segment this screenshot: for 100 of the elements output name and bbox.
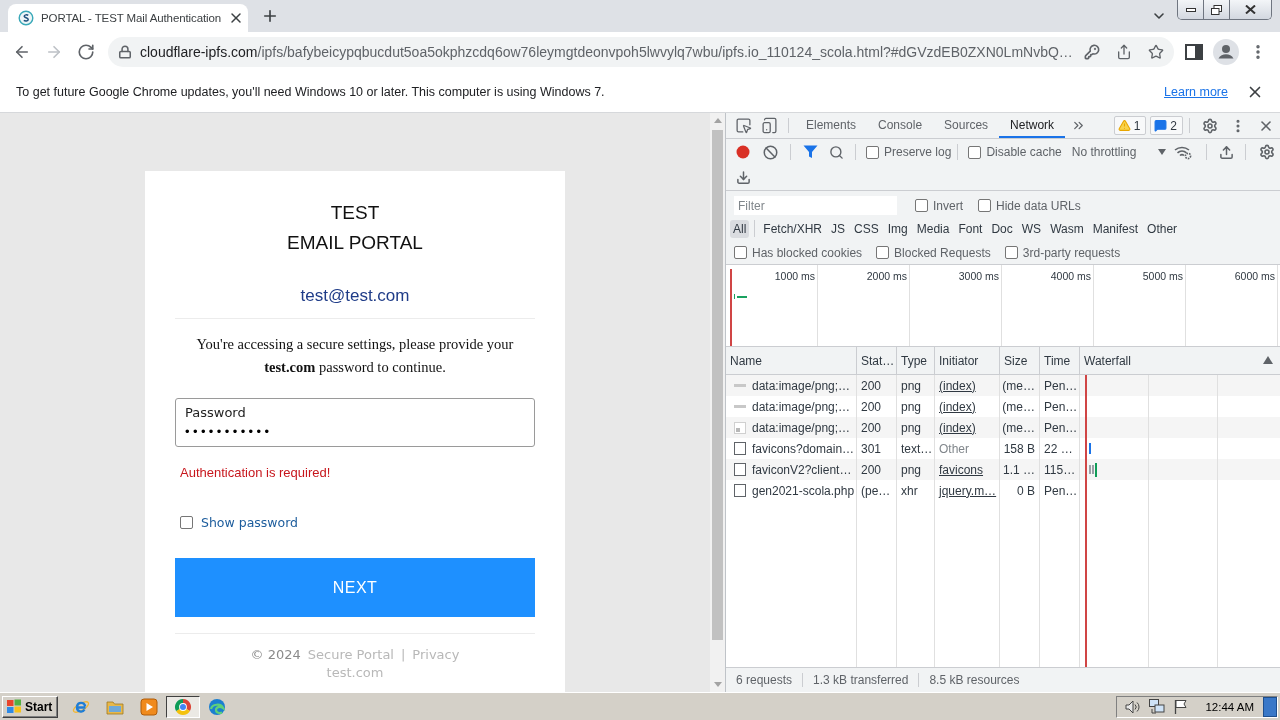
option-label: Has blocked cookies bbox=[752, 245, 863, 260]
star-icon[interactable] bbox=[1148, 44, 1164, 60]
separator-text: | bbox=[400, 646, 406, 664]
initiator-link[interactable]: (index) bbox=[939, 378, 976, 393]
filter-input[interactable]: Filter bbox=[734, 196, 897, 215]
scrollbar-thumb[interactable] bbox=[712, 130, 723, 640]
key-icon[interactable] bbox=[1084, 44, 1100, 60]
document-icon bbox=[734, 484, 746, 497]
request-row[interactable]: data:image/png;… 200 png (index) (me… Pen… bbox=[726, 375, 1280, 396]
column-header[interactable]: Waterfall bbox=[1080, 347, 1280, 374]
request-row[interactable]: data:image/png;… 200 png (index) (me… Pen… bbox=[726, 417, 1280, 438]
time-value: Pen… bbox=[1044, 420, 1078, 435]
type-filter-tab[interactable]: Media bbox=[913, 219, 953, 238]
upload-icon[interactable] bbox=[1218, 144, 1234, 160]
show-password-label[interactable]: Show password bbox=[201, 515, 299, 530]
devtools-tab[interactable]: Sources bbox=[933, 113, 1000, 138]
request-name: data:image/png;… bbox=[752, 399, 851, 414]
search-icon[interactable] bbox=[828, 144, 844, 160]
status-code: 301 bbox=[861, 441, 882, 456]
type-filter-tab[interactable]: Font bbox=[955, 219, 986, 238]
browser-tab[interactable]: PORTAL - TEST Mail Authentication bbox=[8, 4, 248, 32]
network-icon[interactable] bbox=[1149, 699, 1166, 714]
column-header[interactable]: Stat… bbox=[857, 347, 897, 374]
flag-icon[interactable] bbox=[1174, 699, 1189, 714]
request-row[interactable]: faviconV2?client… 200 png favicons 1.1 … 115… bbox=[726, 459, 1280, 480]
device-icon[interactable] bbox=[760, 117, 778, 134]
time-value: 115… bbox=[1044, 462, 1076, 477]
initiator-link[interactable]: (index) bbox=[939, 420, 976, 435]
clear-icon[interactable] bbox=[762, 144, 778, 160]
message-icon bbox=[1154, 119, 1168, 132]
devtools-tab[interactable]: Elements bbox=[795, 113, 868, 138]
type-filter-tab[interactable]: All bbox=[730, 219, 750, 238]
column-header[interactable]: Name bbox=[726, 347, 857, 374]
type-filter-tab[interactable]: WS bbox=[1018, 219, 1045, 238]
lock-icon bbox=[118, 45, 132, 59]
type-filter-tab[interactable]: Img bbox=[884, 219, 911, 238]
column-header[interactable]: Size bbox=[1000, 347, 1040, 374]
summary-text: 6 requests bbox=[736, 673, 793, 687]
checkbox[interactable] bbox=[968, 145, 982, 159]
checkbox[interactable] bbox=[978, 199, 991, 212]
address-bar[interactable]: cloudflare-ipfs.com/ipfs/bafybeicypqbucdut5oa5okphzcdq6ow76leymgtdeonvpoh5lwvylq7wbu/ipfs.io_110124_scola.html?#dGVzdEB0ZXN0LmNvbQ… bbox=[108, 37, 1174, 67]
share-icon[interactable] bbox=[1116, 44, 1132, 60]
portal-title: EMAIL PORTAL bbox=[286, 231, 424, 255]
column-header[interactable]: Type bbox=[897, 347, 935, 374]
filter-icon[interactable] bbox=[802, 145, 818, 159]
type-filter-tab[interactable]: Doc bbox=[988, 219, 1016, 238]
tick-label: 2000 ms bbox=[866, 270, 907, 282]
reload-icon[interactable] bbox=[77, 43, 95, 61]
request-name: data:image/png;… bbox=[752, 378, 851, 393]
type-filter-tab[interactable]: Fetch/XHR bbox=[760, 219, 826, 238]
type-filter-tab[interactable]: CSS bbox=[851, 219, 882, 238]
inspect-icon[interactable] bbox=[734, 117, 752, 134]
download-icon[interactable] bbox=[735, 170, 751, 185]
time-value: 22 … bbox=[1044, 441, 1073, 456]
settings-icon[interactable] bbox=[1202, 117, 1218, 134]
throttling-select[interactable]: No throttling bbox=[1071, 145, 1167, 159]
minimize-button[interactable] bbox=[1178, 0, 1203, 19]
speaker-icon[interactable] bbox=[1125, 699, 1141, 714]
column-header[interactable]: Initiator bbox=[935, 347, 1000, 374]
checkbox[interactable] bbox=[876, 246, 890, 259]
type-filter-tab[interactable]: Wasm bbox=[1047, 219, 1087, 238]
size-value: (me… bbox=[1002, 399, 1035, 414]
close-window-button[interactable] bbox=[1229, 0, 1271, 19]
checkbox[interactable] bbox=[1004, 246, 1018, 259]
status-code: 200 bbox=[861, 420, 882, 435]
start-button[interactable]: Start bbox=[2, 695, 59, 718]
checkbox[interactable] bbox=[915, 199, 928, 212]
initiator-link[interactable]: (index) bbox=[939, 399, 976, 414]
option-label: Blocked Requests bbox=[894, 245, 991, 260]
checkbox[interactable] bbox=[180, 516, 193, 529]
message-count-button[interactable]: 2 bbox=[1150, 116, 1183, 135]
time-value: Pen… bbox=[1044, 399, 1078, 414]
checkbox[interactable] bbox=[866, 145, 879, 159]
checkbox[interactable] bbox=[734, 246, 747, 259]
avatar-icon[interactable] bbox=[1213, 39, 1239, 65]
password-field[interactable]: Password ••••••••••• bbox=[175, 398, 535, 447]
learn-more-link[interactable]: Learn more bbox=[1164, 85, 1228, 99]
side-panel-icon[interactable] bbox=[1185, 44, 1203, 60]
option-label: Invert bbox=[933, 198, 963, 213]
record-icon[interactable] bbox=[736, 145, 750, 159]
type-filter-tab[interactable]: Other bbox=[1144, 219, 1181, 238]
circle-logo-icon bbox=[18, 10, 34, 26]
warning-count-button[interactable]: 1 bbox=[1113, 116, 1147, 135]
type-filter-tab[interactable]: Manifest bbox=[1089, 219, 1142, 238]
option-label: Preserve log bbox=[884, 145, 952, 159]
type-filter-tab[interactable]: JS bbox=[828, 219, 849, 238]
caret-down-icon bbox=[1158, 149, 1167, 155]
restore-button[interactable] bbox=[1203, 0, 1229, 19]
flag-logo-icon bbox=[6, 699, 22, 714]
settings-icon[interactable] bbox=[1259, 144, 1276, 160]
new-tab-icon[interactable] bbox=[261, 7, 279, 25]
resource-type: png bbox=[901, 420, 922, 435]
initiator-link[interactable]: favicons bbox=[939, 462, 984, 477]
initiator-link[interactable]: jquery.m… bbox=[939, 483, 997, 498]
request-name: gen2021-scola.php bbox=[752, 483, 855, 498]
devtools-tab[interactable]: Console bbox=[867, 113, 934, 138]
wifi-gear-icon[interactable] bbox=[1174, 144, 1193, 160]
option-label: Disable cache bbox=[986, 145, 1062, 159]
column-header[interactable]: Time bbox=[1040, 347, 1080, 374]
time-value: Pen… bbox=[1044, 378, 1078, 393]
